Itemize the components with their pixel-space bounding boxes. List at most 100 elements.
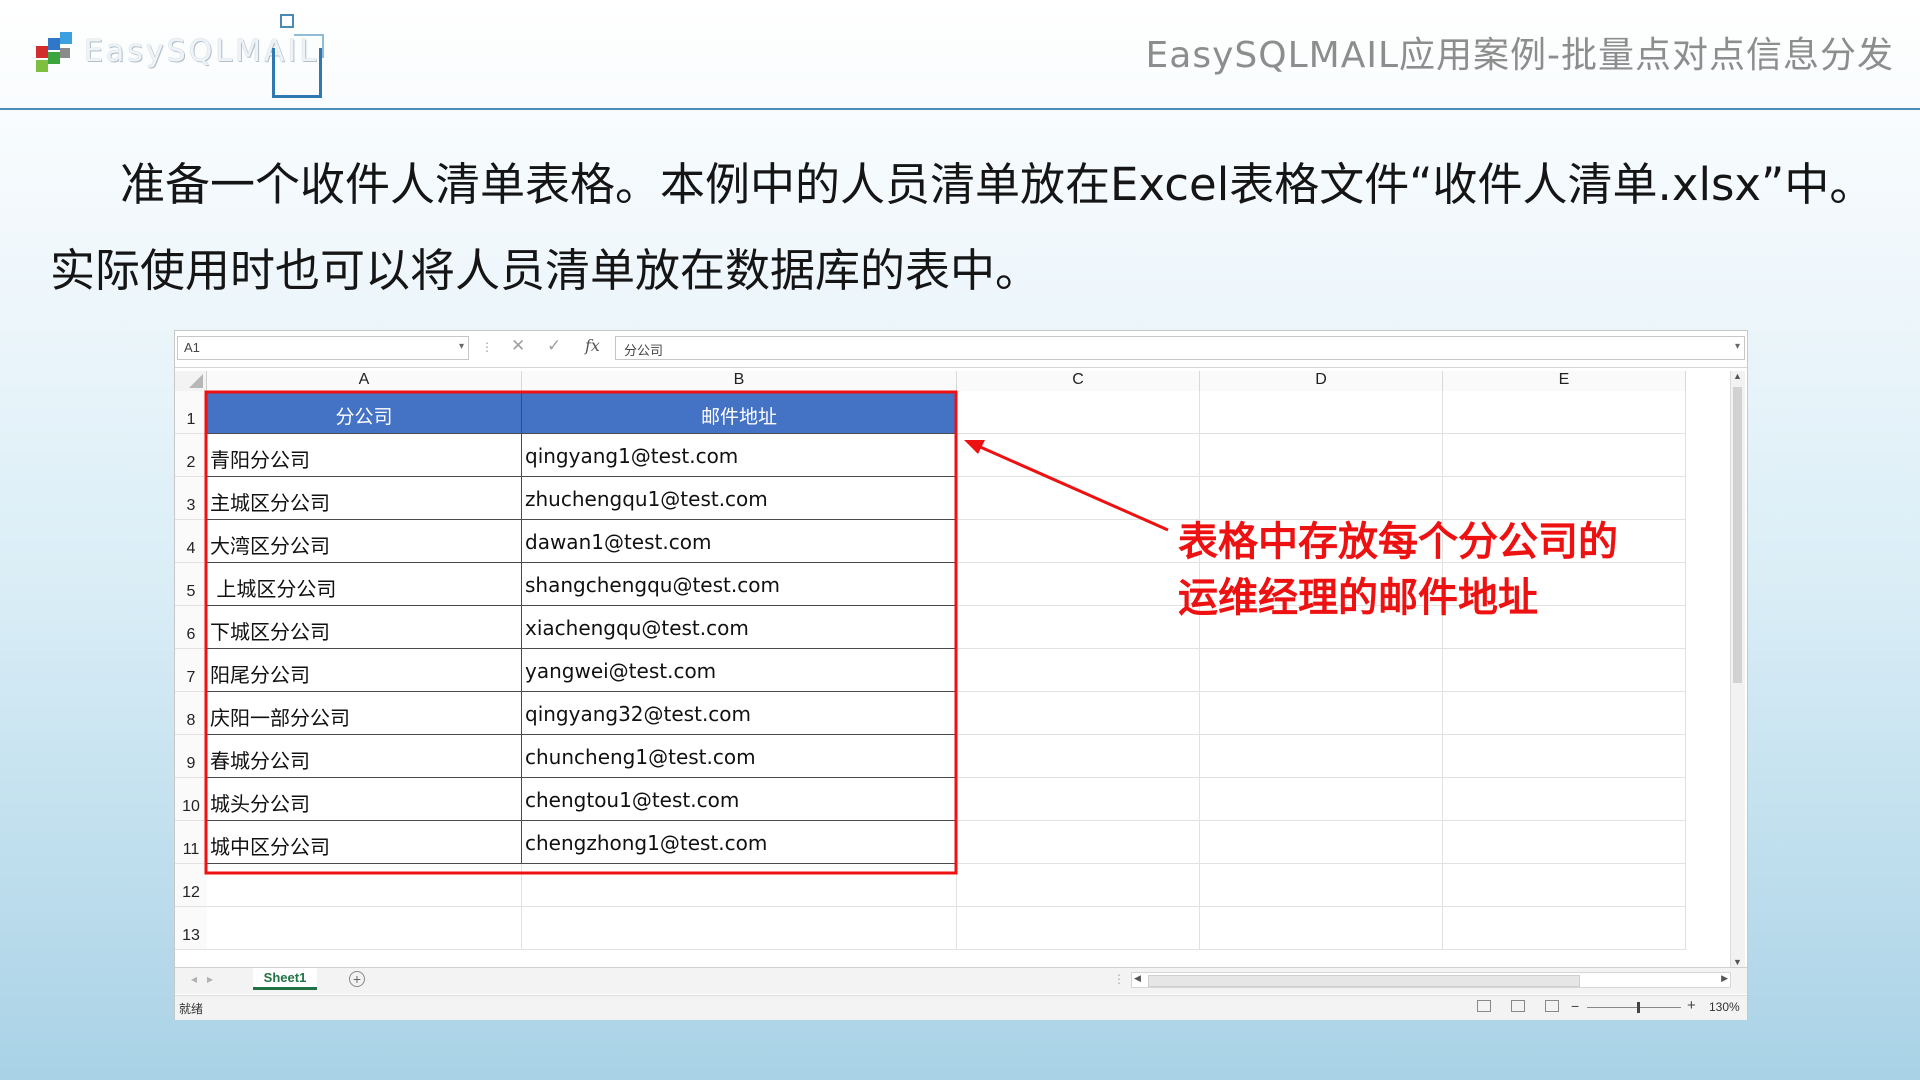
branch-cell[interactable]: 城头分公司 [207, 778, 522, 821]
email-cell[interactable]: xiachengqu@test.com [522, 606, 957, 649]
empty-cell[interactable] [957, 606, 1200, 649]
scroll-left-icon[interactable]: ◀ [1134, 973, 1141, 984]
empty-cell[interactable] [957, 821, 1200, 864]
row-header-9[interactable]: 9 [175, 735, 207, 778]
empty-cell[interactable] [957, 735, 1200, 778]
horizontal-scroll-thumb[interactable] [1148, 975, 1580, 987]
select-all-corner[interactable] [175, 371, 207, 391]
branch-cell[interactable]: 春城分公司 [207, 735, 522, 778]
email-cell[interactable]: zhuchengqu1@test.com [522, 477, 957, 520]
row-header-10[interactable]: 10 [175, 778, 207, 821]
empty-cell[interactable] [1443, 649, 1686, 692]
branch-cell[interactable]: 城中区分公司 [207, 821, 522, 864]
empty-cell[interactable] [1200, 864, 1443, 907]
empty-cell[interactable] [957, 864, 1200, 907]
empty-cell[interactable] [957, 563, 1200, 606]
row-header-12[interactable]: 12 [175, 864, 207, 907]
sheet-tab-sheet1[interactable]: Sheet1 [253, 968, 317, 990]
branch-cell[interactable]: 庆阳一部分公司 [207, 692, 522, 735]
empty-cell[interactable] [1200, 907, 1443, 950]
cell-b1[interactable]: 邮件地址 [522, 391, 957, 434]
name-box[interactable]: A1 ▾ [177, 336, 469, 360]
empty-cell[interactable] [957, 907, 1200, 950]
empty-cell[interactable] [1443, 434, 1686, 477]
page-break-view-icon[interactable] [1545, 1000, 1559, 1012]
empty-cell[interactable] [1200, 735, 1443, 778]
zoom-out-icon[interactable]: − [1571, 998, 1579, 1014]
tab-split-grip-icon[interactable]: ⋮ [1113, 972, 1125, 986]
email-cell[interactable]: shangchengqu@test.com [522, 563, 957, 606]
email-cell[interactable]: chengzhong1@test.com [522, 821, 957, 864]
empty-cell[interactable] [1443, 864, 1686, 907]
cell-d1[interactable] [1200, 391, 1443, 434]
vertical-scrollbar[interactable]: ▲ ▼ [1730, 371, 1745, 967]
empty-cell[interactable] [207, 864, 522, 907]
row-header-3[interactable]: 3 [175, 477, 207, 520]
branch-cell[interactable]: 下城区分公司 [207, 606, 522, 649]
column-header-d[interactable]: D [1200, 371, 1443, 391]
empty-cell[interactable] [1200, 692, 1443, 735]
horizontal-scrollbar[interactable]: ◀ ▶ [1131, 972, 1731, 988]
name-box-dropdown-icon[interactable]: ▾ [459, 341, 464, 352]
empty-cell[interactable] [957, 778, 1200, 821]
empty-cell[interactable] [957, 477, 1200, 520]
empty-cell[interactable] [1443, 778, 1686, 821]
branch-cell[interactable]: 青阳分公司 [207, 434, 522, 477]
scroll-down-icon[interactable]: ▼ [1733, 957, 1742, 967]
row-header-13[interactable]: 13 [175, 907, 207, 950]
sheet-nav-arrows-icon[interactable]: ◂▸ [191, 972, 223, 986]
row-header-7[interactable]: 7 [175, 649, 207, 692]
empty-cell[interactable] [957, 520, 1200, 563]
insert-function-icon[interactable]: fx [585, 336, 600, 355]
zoom-slider-knob[interactable] [1637, 1002, 1640, 1013]
email-cell[interactable]: qingyang1@test.com [522, 434, 957, 477]
branch-cell[interactable]: 主城区分公司 [207, 477, 522, 520]
row-header-5[interactable]: 5 [175, 563, 207, 606]
branch-cell[interactable]: 大湾区分公司 [207, 520, 522, 563]
scroll-up-icon[interactable]: ▲ [1733, 371, 1742, 381]
empty-cell[interactable] [1443, 735, 1686, 778]
empty-cell[interactable] [1200, 649, 1443, 692]
column-header-e[interactable]: E [1443, 371, 1686, 391]
zoom-level[interactable]: 130% [1709, 1000, 1740, 1014]
empty-cell[interactable] [1200, 434, 1443, 477]
enter-icon[interactable]: ✓ [547, 336, 561, 356]
email-cell[interactable]: chengtou1@test.com [522, 778, 957, 821]
row-header-1[interactable]: 1 [175, 391, 207, 434]
branch-cell[interactable]: 阳尾分公司 [207, 649, 522, 692]
empty-cell[interactable] [207, 907, 522, 950]
cancel-icon[interactable]: ✕ [511, 336, 525, 356]
zoom-slider[interactable] [1587, 1007, 1681, 1008]
page-layout-view-icon[interactable] [1511, 1000, 1525, 1012]
column-header-a[interactable]: A [207, 371, 522, 391]
email-cell[interactable]: dawan1@test.com [522, 520, 957, 563]
empty-cell[interactable] [1443, 692, 1686, 735]
empty-cell[interactable] [1200, 821, 1443, 864]
row-header-2[interactable]: 2 [175, 434, 207, 477]
cell-c1[interactable] [957, 391, 1200, 434]
formula-input[interactable]: 分公司 ▾ [615, 336, 1745, 360]
cell-a1[interactable]: 分公司 [207, 391, 522, 434]
cell-e1[interactable] [1443, 391, 1686, 434]
empty-cell[interactable] [957, 692, 1200, 735]
vertical-scroll-thumb[interactable] [1733, 387, 1742, 683]
add-sheet-icon[interactable]: + [349, 971, 365, 987]
empty-cell[interactable] [1443, 821, 1686, 864]
row-header-11[interactable]: 11 [175, 821, 207, 864]
normal-view-icon[interactable] [1477, 1000, 1491, 1012]
empty-cell[interactable] [1443, 907, 1686, 950]
empty-cell[interactable] [522, 907, 957, 950]
empty-cell[interactable] [957, 649, 1200, 692]
email-cell[interactable]: qingyang32@test.com [522, 692, 957, 735]
empty-cell[interactable] [1200, 778, 1443, 821]
email-cell[interactable]: yangwei@test.com [522, 649, 957, 692]
zoom-in-icon[interactable]: + [1687, 997, 1696, 1014]
scroll-right-icon[interactable]: ▶ [1721, 973, 1728, 984]
column-header-b[interactable]: B [522, 371, 957, 391]
empty-cell[interactable] [957, 434, 1200, 477]
row-header-8[interactable]: 8 [175, 692, 207, 735]
branch-cell[interactable]: 上城区分公司 [207, 563, 522, 606]
email-cell[interactable]: chuncheng1@test.com [522, 735, 957, 778]
row-header-4[interactable]: 4 [175, 520, 207, 563]
empty-cell[interactable] [522, 864, 957, 907]
